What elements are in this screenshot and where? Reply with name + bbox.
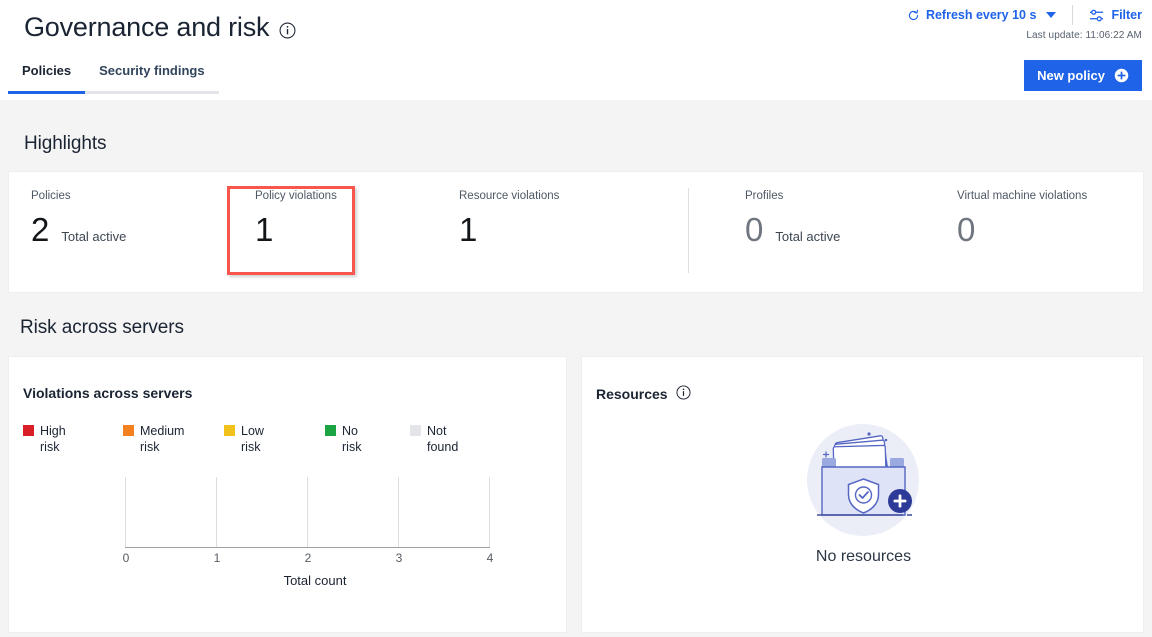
filter-label: Filter bbox=[1111, 8, 1142, 22]
plus-circle-icon bbox=[1114, 68, 1129, 83]
resources-panel: Resources No resources bbox=[581, 356, 1144, 633]
metric-label: Profiles bbox=[745, 190, 784, 202]
legend-label: High risk bbox=[40, 424, 66, 454]
resources-empty-state: No resources bbox=[582, 423, 1145, 566]
chart-gridline bbox=[489, 477, 490, 547]
legend-item-medium-risk[interactable]: Medium risk bbox=[123, 423, 224, 455]
controls-divider bbox=[1072, 5, 1074, 25]
page-title-row: Governance and risk bbox=[24, 10, 296, 44]
filter-button[interactable]: Filter bbox=[1089, 8, 1142, 22]
legend-item-no-risk[interactable]: No risk bbox=[325, 423, 410, 455]
risk-across-servers-heading: Risk across servers bbox=[20, 317, 184, 338]
top-controls: Refresh every 10 s Filter bbox=[907, 4, 1142, 26]
refresh-interval-dropdown[interactable]: Refresh every 10 s bbox=[907, 8, 1071, 22]
metric-resource-violations[interactable]: Resource violations 1 bbox=[459, 189, 559, 250]
last-update-timestamp: Last update: 11:06:22 AM bbox=[1026, 30, 1142, 41]
chart-x-axis-line bbox=[125, 547, 490, 548]
new-policy-label: New policy bbox=[1037, 68, 1105, 83]
legend-label: Medium risk bbox=[140, 424, 185, 454]
metric-row: 2 Total active bbox=[31, 210, 126, 250]
filter-icon bbox=[1089, 9, 1104, 22]
chart-x-tick: 4 bbox=[486, 551, 494, 565]
chart-x-tick: 0 bbox=[122, 551, 130, 565]
chart-gridline bbox=[398, 477, 399, 547]
chart-x-tick: 3 bbox=[395, 551, 403, 565]
chart-gridline bbox=[307, 477, 308, 547]
metric-value: 1 bbox=[459, 211, 478, 248]
highlights-heading: Highlights bbox=[24, 133, 107, 154]
metric-label: Policies bbox=[31, 190, 71, 202]
legend-label: Not found bbox=[427, 424, 459, 454]
legend-swatch-icon bbox=[23, 425, 34, 436]
refresh-icon bbox=[907, 9, 920, 22]
metric-policy-violations[interactable]: Policy violations 1 bbox=[255, 189, 337, 250]
legend-swatch-icon bbox=[224, 425, 235, 436]
metric-profiles[interactable]: Profiles 0 Total active bbox=[745, 189, 840, 250]
new-policy-button[interactable]: New policy bbox=[1024, 60, 1142, 91]
chart-gridline bbox=[216, 477, 217, 547]
chart-x-tick: 2 bbox=[304, 551, 312, 565]
legend-label: No risk bbox=[342, 424, 362, 454]
page-title: Governance and risk bbox=[24, 12, 270, 42]
metric-sublabel: Total active bbox=[775, 229, 841, 244]
metric-value: 1 bbox=[255, 211, 274, 248]
legend-swatch-icon bbox=[123, 425, 134, 436]
metric-label: Policy violations bbox=[255, 190, 337, 202]
legend-swatch-icon bbox=[410, 425, 421, 436]
metric-label: Virtual machine violations bbox=[957, 190, 1088, 202]
metric-value: 0 bbox=[957, 211, 976, 248]
info-icon[interactable] bbox=[676, 385, 693, 402]
metric-row: 1 bbox=[255, 210, 337, 250]
metric-sublabel: Total active bbox=[61, 229, 127, 244]
metric-label: Resource violations bbox=[459, 190, 560, 202]
metric-policies[interactable]: Policies 2 Total active bbox=[31, 189, 126, 250]
legend-item-high-risk[interactable]: High risk bbox=[23, 423, 123, 455]
resources-panel-title-row: Resources bbox=[596, 385, 693, 402]
metric-row: 0 bbox=[957, 210, 1087, 250]
chevron-down-icon bbox=[1046, 12, 1057, 18]
chart-gridline bbox=[125, 477, 126, 547]
refresh-label: Refresh every 10 s bbox=[925, 8, 1037, 22]
legend-swatch-icon bbox=[325, 425, 336, 436]
legend-label: Low risk bbox=[241, 424, 264, 454]
metric-value: 0 bbox=[745, 211, 764, 248]
chart-legend: High risk Medium risk Low risk No risk N… bbox=[23, 423, 543, 455]
resources-empty-text: No resources bbox=[815, 548, 912, 565]
metric-row: 0 Total active bbox=[745, 210, 840, 250]
metric-row: 1 bbox=[459, 210, 559, 250]
resources-panel-title: Resources bbox=[596, 385, 668, 402]
chart-x-tick: 1 bbox=[213, 551, 221, 565]
violations-across-servers-panel: Violations across servers High risk Medi… bbox=[8, 356, 567, 633]
folder-with-documents-shield-plus-icon bbox=[806, 423, 921, 538]
highlights-card: Policies 2 Total active Policy violation… bbox=[8, 171, 1144, 293]
violations-panel-title: Violations across servers bbox=[23, 385, 193, 401]
info-icon[interactable] bbox=[279, 22, 296, 39]
metric-value: 2 bbox=[31, 211, 50, 248]
tab-bar: Policies Security findings bbox=[8, 62, 219, 94]
metrics-divider bbox=[688, 188, 689, 273]
chart-x-axis-label: Total count bbox=[283, 573, 347, 588]
tab-security-findings[interactable]: Security findings bbox=[85, 62, 219, 94]
metric-virtual-machine-violations[interactable]: Virtual machine violations 0 bbox=[957, 189, 1087, 250]
tab-policies[interactable]: Policies bbox=[8, 62, 86, 94]
violations-bar-chart: 0 1 2 3 4 Total count bbox=[9, 477, 568, 588]
legend-item-low-risk[interactable]: Low risk bbox=[224, 423, 325, 455]
legend-item-not-found[interactable]: Not found bbox=[410, 423, 500, 455]
page-header: Governance and risk Refresh every 10 s F… bbox=[0, 0, 1152, 100]
